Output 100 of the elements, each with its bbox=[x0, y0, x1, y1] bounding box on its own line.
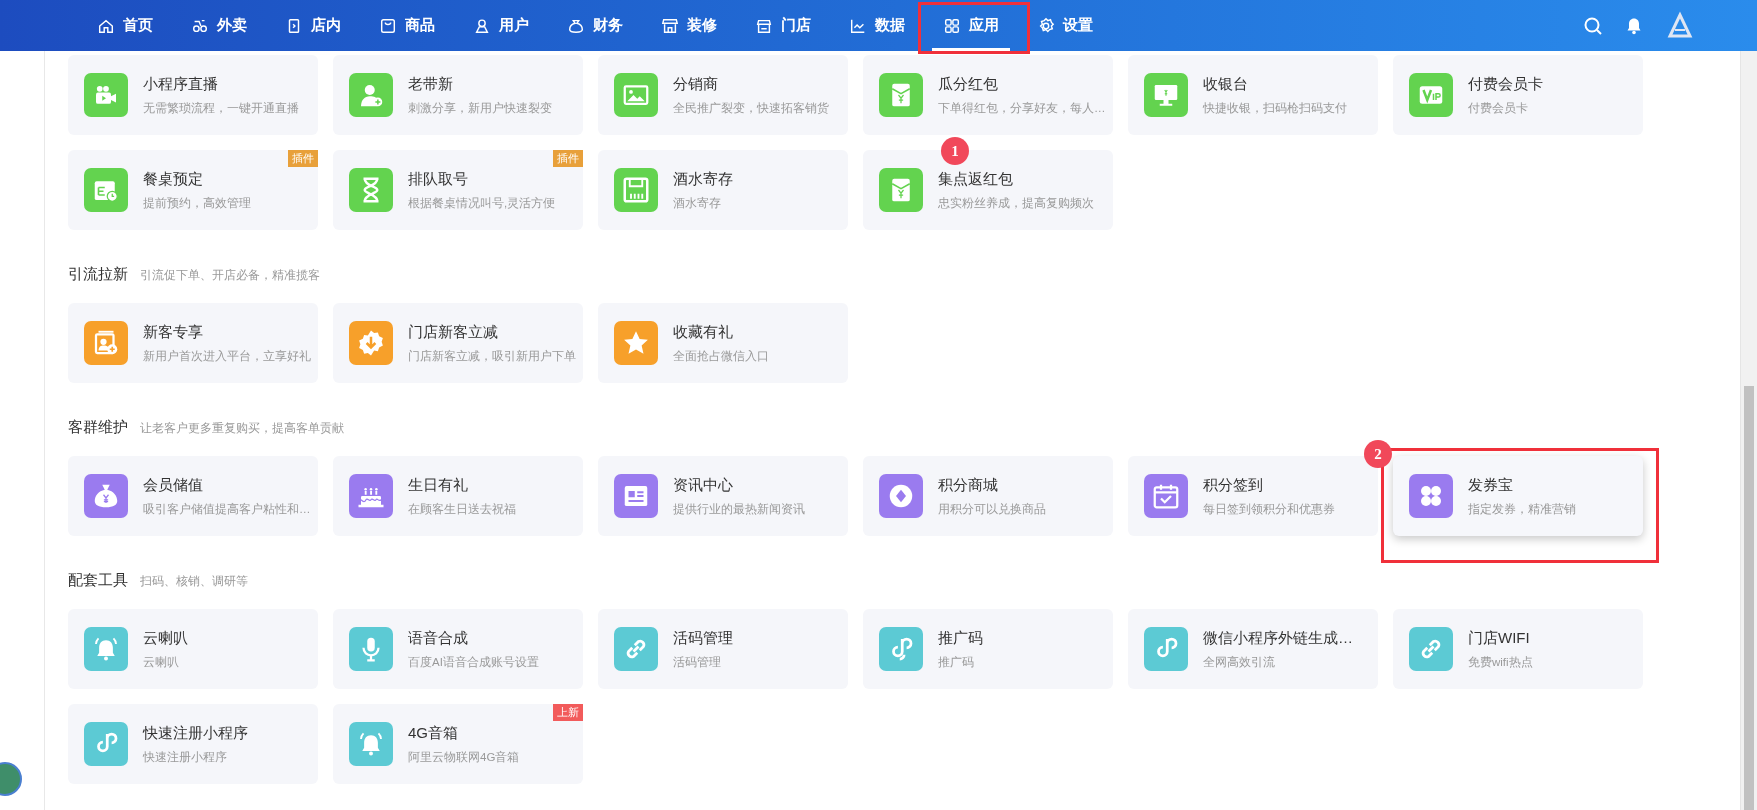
app-title: 活码管理 bbox=[673, 628, 733, 648]
tag-label: 上新 bbox=[553, 704, 583, 721]
app-card[interactable]: 会员储值 吸引客户储值提高客户粘性和… bbox=[68, 456, 318, 536]
nav-tab[interactable]: 店内 bbox=[274, 0, 352, 51]
app-title: 积分商城 bbox=[938, 475, 999, 495]
section-title: 配套工具 bbox=[68, 570, 128, 590]
app-title: 推广码 bbox=[938, 628, 983, 648]
section-title: 客群维护 bbox=[68, 417, 128, 437]
app-title: 生日有礼 bbox=[408, 475, 469, 495]
step-marker: 2 bbox=[1364, 440, 1392, 468]
app-description: 每日签到领积分和优惠券 bbox=[1203, 502, 1335, 517]
app-card[interactable]: 收藏有礼 全面抢占微信入口 bbox=[598, 303, 848, 383]
app-card[interactable]: 酒水寄存 酒水寄存 bbox=[598, 150, 848, 230]
app-description: 吸引客户储值提高客户粘性和… bbox=[143, 502, 310, 517]
app-card[interactable]: 云喇叭 云喇叭 bbox=[68, 609, 318, 689]
app-title: 云喇叭 bbox=[143, 628, 188, 648]
nav-tab[interactable]: 设置 bbox=[1026, 0, 1104, 51]
nav-tab[interactable]: 首页 bbox=[86, 0, 164, 51]
app-card[interactable]: 积分商城 用积分可以兑换商品 bbox=[863, 456, 1113, 536]
app-title: 4G音箱 bbox=[408, 723, 459, 743]
app-description: 全民推广裂变，快速拓客销货 bbox=[673, 101, 829, 116]
app-card[interactable]: 分销商 全民推广裂变，快速拓客销货 bbox=[598, 55, 848, 135]
app-title: 微信小程序外链生成… bbox=[1203, 628, 1353, 648]
app-title: 积分签到 bbox=[1203, 475, 1264, 495]
app-title: 资讯中心 bbox=[673, 475, 734, 495]
nav-tab[interactable]: 财务 bbox=[556, 0, 634, 51]
app-title: 小程序直播 bbox=[143, 74, 219, 94]
app-card[interactable]: 语音合成 百度AI语音合成账号设置 bbox=[333, 609, 583, 689]
app-title: 门店WIFI bbox=[1468, 628, 1531, 648]
app-card[interactable]: 快速注册小程序 快速注册小程序 bbox=[68, 704, 318, 784]
app-card[interactable]: 推广码 推广码 bbox=[863, 609, 1113, 689]
app-title: 会员储值 bbox=[143, 475, 204, 495]
app-description: 阿里云物联网4G音箱 bbox=[408, 750, 520, 765]
app-card[interactable]: 老带新 刺激分享，新用户快速裂变 bbox=[333, 55, 583, 135]
nav-tab[interactable]: 应用 bbox=[932, 0, 1010, 51]
app-title: 瓜分红包 bbox=[938, 74, 999, 94]
app-card[interactable]: 排队取号 根据餐桌情况叫号,灵活方便 插件 bbox=[333, 150, 583, 230]
nav-tab[interactable]: 商品 bbox=[368, 0, 446, 51]
app-title: 语音合成 bbox=[408, 628, 469, 648]
app-card[interactable]: 门店WIFI 免费wifi热点 bbox=[1393, 609, 1643, 689]
app-description: 推广码 bbox=[938, 655, 975, 670]
app-title: 收银台 bbox=[1203, 74, 1249, 94]
app-card[interactable]: 门店新客立减 门店新客立减，吸引新用户下单 bbox=[333, 303, 583, 383]
app-description: 提前预约，高效管理 bbox=[143, 196, 251, 211]
section-subtitle: 引流促下单、开店必备，精准揽客 bbox=[140, 267, 320, 284]
nav-tab[interactable]: 数据 bbox=[838, 0, 916, 51]
app-description: 百度AI语音合成账号设置 bbox=[408, 655, 539, 670]
app-title: 老带新 bbox=[408, 74, 454, 94]
app-title: 发券宝 bbox=[1468, 475, 1514, 495]
app-title: 餐桌预定 bbox=[143, 169, 204, 189]
user-icon bbox=[473, 16, 491, 35]
app-title: 门店新客立减 bbox=[408, 322, 499, 342]
bell-icon[interactable] bbox=[1625, 16, 1643, 35]
app-card[interactable]: 发券宝 指定发券，精准营销 bbox=[1393, 456, 1643, 536]
app-description: 免费wifi热点 bbox=[1468, 655, 1533, 670]
app-card[interactable]: 小程序直播 无需繁琐流程，一键开通直播 bbox=[68, 55, 318, 135]
app-title: 付费会员卡 bbox=[1468, 74, 1543, 94]
grid-icon bbox=[943, 16, 961, 35]
app-card[interactable]: 瓜分红包 下单得红包，分享好友，每人… bbox=[863, 55, 1113, 135]
app-card[interactable]: 微信小程序外链生成… 全网高效引流 bbox=[1128, 609, 1378, 689]
app-description: 指定发券，精准营销 bbox=[1468, 502, 1576, 517]
step-marker: 1 bbox=[941, 137, 969, 165]
app-card[interactable]: 收银台 快捷收银，扫码枪扫码支付 bbox=[1128, 55, 1378, 135]
app-title: 收藏有礼 bbox=[673, 322, 734, 342]
app-card[interactable]: 4G音箱 阿里云物联网4G音箱 上新 bbox=[333, 704, 583, 784]
app-title: 集点返红包 bbox=[938, 169, 1014, 189]
app-card[interactable]: 新客专享 新用户首次进入平台，立享好礼 bbox=[68, 303, 318, 383]
app-card[interactable]: 生日有礼 在顾客生日送去祝福 bbox=[333, 456, 583, 536]
shop-icon bbox=[661, 16, 679, 35]
nav-tab[interactable]: 装修 bbox=[650, 0, 728, 51]
section-title: 引流拉新 bbox=[68, 264, 128, 284]
app-title: 快速注册小程序 bbox=[143, 723, 248, 743]
section-subtitle: 让老客户更多重复购买，提高客单贡献 bbox=[140, 420, 344, 437]
app-description: 提供行业的最热新闻资讯 bbox=[673, 502, 805, 517]
app-description: 下单得红包，分享好友，每人… bbox=[938, 101, 1105, 116]
app-card[interactable]: 餐桌预定 提前预约，高效管理 插件 bbox=[68, 150, 318, 230]
app-description: 根据餐桌情况叫号,灵活方便 bbox=[408, 196, 556, 211]
nav-tab[interactable]: 用户 bbox=[462, 0, 540, 51]
logo-icon[interactable] bbox=[1665, 10, 1695, 41]
search-icon[interactable] bbox=[1583, 15, 1603, 36]
nav-tab[interactable]: 外卖 bbox=[180, 0, 258, 51]
app-card[interactable]: 付费会员卡 付费会员卡 bbox=[1393, 55, 1643, 135]
app-description: 新用户首次进入平台，立享好礼 bbox=[143, 349, 310, 364]
app-description: 活码管理 bbox=[673, 655, 722, 670]
scrollbar-thumb[interactable] bbox=[1744, 386, 1754, 810]
app-description: 门店新客立减，吸引新用户下单 bbox=[408, 349, 575, 364]
app-title: 分销商 bbox=[673, 74, 719, 94]
nav-tab[interactable]: 门店 bbox=[744, 0, 822, 51]
app-description: 云喇叭 bbox=[143, 655, 180, 670]
app-description: 刺激分享，新用户快速裂变 bbox=[408, 101, 552, 116]
app-description: 在顾客生日送去祝福 bbox=[408, 502, 516, 517]
app-description: 快捷收银，扫码枪扫码支付 bbox=[1203, 101, 1347, 116]
tag-label: 插件 bbox=[553, 150, 583, 167]
app-card[interactable]: 资讯中心 提供行业的最热新闻资讯 bbox=[598, 456, 848, 536]
app-description: 忠实粉丝养成，提高复购频次 bbox=[938, 196, 1094, 211]
app-description: 全面抢占微信入口 bbox=[673, 349, 769, 364]
app-description: 无需繁琐流程，一键开通直播 bbox=[143, 101, 299, 116]
app-description: 用积分可以兑换商品 bbox=[938, 502, 1046, 517]
app-card[interactable]: 活码管理 活码管理 bbox=[598, 609, 848, 689]
bag-icon bbox=[379, 16, 397, 35]
